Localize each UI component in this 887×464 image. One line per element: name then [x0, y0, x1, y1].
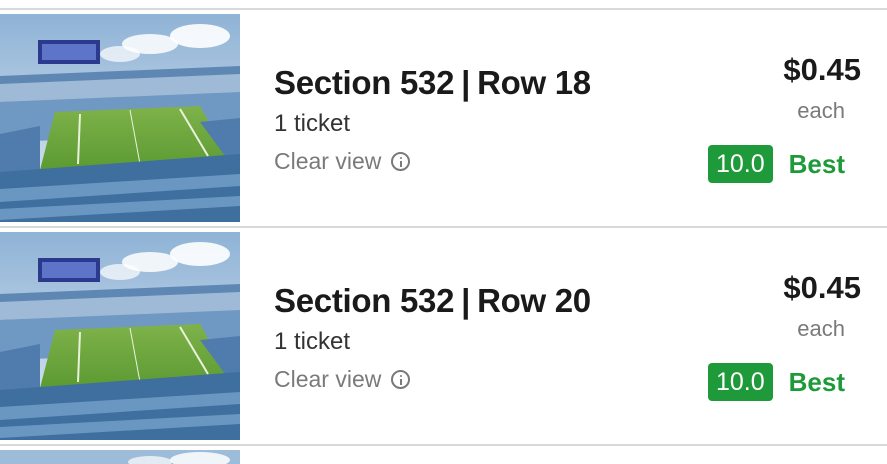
- stadium-view-image: [0, 14, 240, 222]
- deal-score-badge: 10.0: [707, 145, 773, 183]
- info-icon[interactable]: [391, 370, 411, 389]
- deal-label: Best: [788, 148, 845, 179]
- deal-label: Best: [788, 366, 845, 397]
- info-icon[interactable]: [391, 152, 411, 171]
- seat-view-thumbnail[interactable]: [0, 450, 240, 464]
- ticket-listing[interactable]: [0, 450, 887, 464]
- divider: [0, 226, 887, 228]
- seat-view-thumbnail[interactable]: [0, 232, 240, 440]
- ticket-price: $0.45: [783, 270, 861, 305]
- title-separator: |: [461, 282, 471, 319]
- view-label: Clear view: [274, 148, 382, 174]
- deal-rating: 10.0 Best: [707, 363, 845, 401]
- row-label: Row 20: [477, 282, 591, 319]
- section-row-title: Section 532 | Row 18: [274, 64, 591, 102]
- section-row-title: Section 532 | Row 20: [274, 282, 591, 320]
- ticket-listing[interactable]: Section 532 | Row 18 1 ticket Clear view $…: [0, 14, 887, 222]
- ticket-listings: Section 532 | Row 18 1 ticket Clear view $…: [0, 0, 887, 464]
- ticket-quantity: 1 ticket: [274, 110, 351, 137]
- view-quality: Clear view: [274, 148, 411, 175]
- price-unit: each: [797, 98, 845, 123]
- title-separator: |: [461, 64, 471, 101]
- stadium-view-image: [0, 232, 240, 440]
- seat-view-thumbnail[interactable]: [0, 14, 240, 222]
- ticket-price: $0.45: [783, 52, 861, 87]
- stadium-view-image: [0, 450, 240, 464]
- ticket-listing[interactable]: Section 532 | Row 20 1 ticket Clear view $…: [0, 232, 887, 440]
- divider: [0, 444, 887, 446]
- ticket-quantity: 1 ticket: [274, 328, 351, 355]
- divider: [0, 8, 887, 10]
- section-label: Section 532: [274, 282, 455, 319]
- view-label: Clear view: [274, 366, 382, 392]
- deal-score-badge: 10.0: [707, 363, 773, 401]
- price-unit: each: [797, 316, 845, 341]
- row-label: Row 18: [477, 64, 591, 101]
- section-label: Section 532: [274, 64, 455, 101]
- deal-rating: 10.0 Best: [707, 145, 845, 183]
- view-quality: Clear view: [274, 366, 411, 393]
